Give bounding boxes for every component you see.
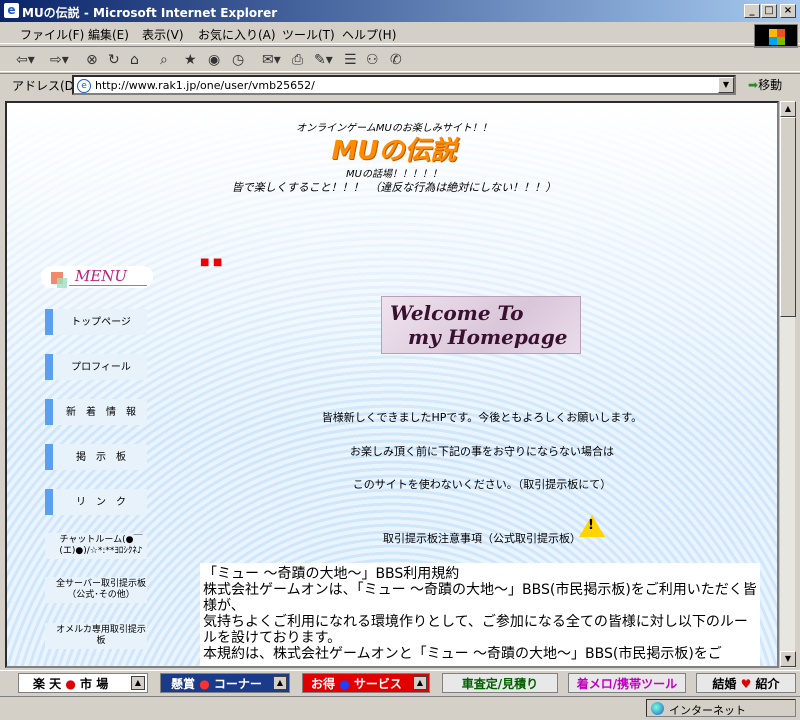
- nav-profile[interactable]: プロフィール: [45, 354, 147, 380]
- arrow-up-icon: ▲: [131, 676, 145, 690]
- rules-text-box[interactable]: 「ミュー ～奇蹟の大地～」BBS利用規約 株式会社ゲームオンは、「ミュー ～奇蹟…: [200, 563, 760, 666]
- rakuten-ichiba-link[interactable]: 楽 天 ● 市 場 ▲: [18, 673, 148, 693]
- stop-icon[interactable]: ⊗: [86, 52, 98, 68]
- nav-label: チャットルーム(●￣(エ)●)/☆*:**ﾖﾛｼｸﾈ♪: [59, 535, 143, 556]
- windows-logo-icon: [754, 24, 798, 48]
- deal-service-link[interactable]: お得 ● サービス ▲: [302, 673, 430, 693]
- menu-edit[interactable]: 編集(E): [88, 26, 129, 43]
- scroll-thumb[interactable]: [780, 117, 796, 317]
- intro-message-1: 皆様新しくできましたHPです。今後ともよろしくお願いします。: [321, 411, 643, 424]
- go-label: 移動: [758, 78, 783, 92]
- nav-news[interactable]: 新 着 情 報: [45, 399, 147, 425]
- address-url[interactable]: http://www.rak1.jp/one/user/vmb25652/: [95, 79, 315, 92]
- rules-line: 「ミュー ～奇蹟の大地～」BBS利用規約: [203, 566, 460, 582]
- ie-logo-icon: e: [4, 3, 19, 18]
- media-icon[interactable]: ◉: [208, 52, 220, 68]
- messenger-icon[interactable]: ⚇: [366, 52, 379, 68]
- page-viewport[interactable]: オンラインゲームMUのお楽しみサイト！！ MUの伝説 MUの話場！！！！！ 皆で…: [5, 101, 779, 668]
- page-subtitle-2: 皆で楽しくすること！！！ （違反な行為は絶対にしない！！！）: [231, 181, 557, 194]
- close-button[interactable]: ×: [780, 4, 796, 18]
- mail-icon[interactable]: ✉▾: [262, 52, 281, 68]
- menu-view[interactable]: 表示(V): [142, 26, 184, 43]
- address-dropdown-icon[interactable]: ▼: [718, 77, 734, 93]
- car-appraisal-link[interactable]: 車査定/見積り: [442, 673, 558, 693]
- ringtone-link[interactable]: 着メロ/携帯ツール: [568, 673, 686, 693]
- menu-help[interactable]: ヘルプ(H): [342, 26, 396, 43]
- menu-favorites[interactable]: お気に入り(A): [198, 26, 276, 43]
- refresh-icon[interactable]: ↻: [108, 52, 120, 68]
- window-title: MUの伝説 - Microsoft Internet Explorer: [22, 6, 278, 20]
- vertical-scrollbar[interactable]: ▲ ▼: [779, 101, 796, 668]
- toolbar: ⇦▾ ⇨▾ ⊗ ↻ ⌂ ⌕ ★ ◉ ◷ ✉▾ ⎙ ✎▾ ☰ ⚇ ✆: [0, 46, 800, 72]
- research-icon[interactable]: ✆: [390, 52, 402, 68]
- marriage-link[interactable]: 結婚 ♥ 紹介: [696, 673, 796, 693]
- bottom-link-label: 着メロ/携帯ツール: [576, 676, 678, 691]
- nav-links[interactable]: リ ン ク: [45, 489, 147, 515]
- nav-omeruka-trade[interactable]: オメルカ専用取引提示板: [45, 623, 147, 649]
- welcome-line-2: my Homepage: [408, 325, 568, 349]
- discuss-icon[interactable]: ☰: [344, 52, 357, 68]
- arrow-up-icon: ▲: [273, 676, 287, 690]
- title-bar: e MUの伝説 - Microsoft Internet Explorer _ …: [0, 0, 800, 22]
- minimize-button[interactable]: _: [744, 4, 760, 18]
- menu-logo-label: MENU: [75, 267, 128, 285]
- globe-icon: [651, 702, 664, 715]
- welcome-banner: Welcome To my Homepage: [381, 296, 581, 354]
- edit-icon[interactable]: ✎▾: [314, 52, 333, 68]
- nav-label: オメルカ専用取引提示板: [56, 625, 146, 646]
- nav-bbs[interactable]: 掲 示 板: [45, 444, 147, 470]
- rules-line: 本規約は、株式会社ゲームオンと「ミュー ～奇蹟の大地～」BBS(市民掲示板)をご: [203, 646, 722, 662]
- bottom-link-label: 車査定/見積り: [461, 676, 539, 691]
- scroll-down-icon[interactable]: ▼: [780, 651, 796, 667]
- rules-line: 株式会社ゲームオンは、「ミュー ～奇蹟の大地～」BBS(市民掲示板)をご利用いた…: [203, 582, 757, 614]
- favorites-icon[interactable]: ★: [184, 52, 197, 68]
- intro-message-2: お楽しみ頂く前に下記の事をお守りにならない場合は: [350, 445, 614, 458]
- search-icon[interactable]: ⌕: [160, 52, 168, 68]
- arrow-up-icon: ▲: [413, 676, 427, 690]
- welcome-line-1: Welcome To: [390, 301, 524, 325]
- zone-label: インターネット: [669, 704, 746, 717]
- page-subtitle-1: MUの話場！！！！！: [346, 169, 442, 180]
- nav-label: 全サーバー取引提示板（公式･その他）: [56, 579, 146, 600]
- red-dots: ■ ■: [200, 257, 223, 268]
- home-icon[interactable]: ⌂: [130, 52, 139, 68]
- menu-file[interactable]: ファイル(F): [20, 26, 84, 43]
- menu-logo: MENU: [41, 266, 153, 288]
- rules-line: 気持ちよくご利用になれる環境作りとして、ご参加になる全ての皆様に対し以下のルール…: [203, 614, 748, 646]
- menu-tools[interactable]: ツール(T): [282, 26, 335, 43]
- page-icon: e: [77, 79, 91, 93]
- address-input[interactable]: e http://www.rak1.jp/one/user/vmb25652/: [72, 75, 736, 95]
- intro-message-3: このサイトを使わないください。（取引提示板にて）: [352, 478, 612, 491]
- menu-bar: ファイル(F) 編集(E) 表示(V) お気に入り(A) ツール(T) ヘルプ(…: [0, 22, 800, 44]
- nav-top-page[interactable]: トップページ: [45, 309, 147, 335]
- security-zone: インターネット: [646, 699, 796, 717]
- bottom-link-label: 懸賞 ● コーナー: [171, 676, 262, 691]
- nav-chat-room[interactable]: チャットルーム(●￣(エ)●)/☆*:**ﾖﾛｼｸﾈ♪: [45, 533, 147, 559]
- trade-board-notice: 取引提示板注意事項（公式取引提示板）: [383, 532, 581, 545]
- history-icon[interactable]: ◷: [232, 52, 244, 68]
- nav-label: プロフィール: [71, 361, 131, 373]
- nav-all-server-trade[interactable]: 全サーバー取引提示板（公式･その他）: [45, 577, 147, 603]
- nav-label: トップページ: [71, 316, 131, 328]
- page-title: MUの伝説: [331, 136, 457, 166]
- address-label: アドレス(D): [12, 79, 79, 93]
- print-icon[interactable]: ⎙: [292, 52, 303, 68]
- maximize-button[interactable]: □: [761, 4, 777, 18]
- nav-label: リ ン ク: [76, 496, 126, 508]
- prize-corner-link[interactable]: 懸賞 ● コーナー ▲: [160, 673, 290, 693]
- forward-icon[interactable]: ⇨▾: [50, 52, 69, 68]
- bottom-link-label: 楽 天 ● 市 場: [33, 676, 109, 691]
- nav-label: 掲 示 板: [76, 451, 126, 463]
- bottom-link-label: 結婚 ♥ 紹介: [712, 676, 780, 691]
- bottom-link-label: お得 ● サービス: [311, 676, 402, 691]
- scroll-up-icon[interactable]: ▲: [780, 101, 796, 117]
- nav-label: 新 着 情 報: [66, 406, 136, 418]
- go-button[interactable]: ➡移動: [748, 76, 782, 93]
- go-arrow-icon: ➡: [748, 78, 759, 92]
- back-icon[interactable]: ⇦▾: [16, 52, 35, 68]
